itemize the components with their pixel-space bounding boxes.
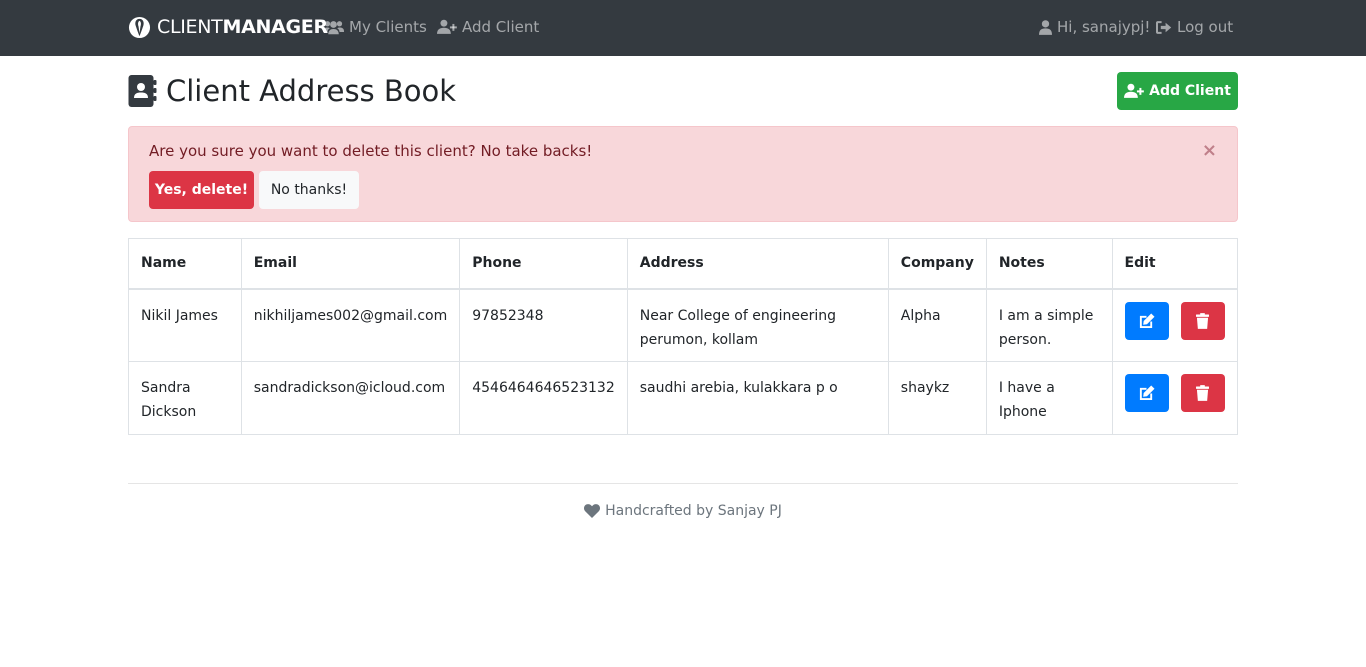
alert-message: Are you sure you want to delete this cli…	[149, 142, 593, 160]
alert-close-button[interactable]: ×	[1202, 141, 1217, 161]
confirm-delete-button[interactable]: Yes, delete!	[149, 171, 254, 209]
column-header-phone: Phone	[459, 238, 628, 290]
cancel-delete-button[interactable]: No thanks!	[259, 171, 359, 209]
clients-table: Name Email Phone Address Company Notes E…	[128, 238, 1239, 435]
delete-confirm-alert: Are you sure you want to delete this cli…	[128, 126, 1238, 222]
edit-icon	[1139, 312, 1155, 328]
add-client-button[interactable]: Add Client	[1117, 72, 1238, 110]
cell-company: shaykz	[887, 361, 987, 435]
nav-logout-label: Log out	[1177, 18, 1234, 36]
cell-email: sandradickson@icloud.com	[240, 361, 461, 435]
footer-text: Handcrafted by Sanjay PJ	[605, 503, 782, 519]
sign-out-icon	[1156, 20, 1172, 34]
trash-icon	[1196, 385, 1210, 401]
delete-client-button[interactable]	[1180, 374, 1225, 412]
cell-name: Sandra Dickson	[128, 361, 242, 435]
cell-company: Alpha	[887, 288, 987, 362]
user-icon	[1039, 19, 1052, 35]
nav-my-clients-label: My Clients	[349, 18, 427, 36]
delete-client-button[interactable]	[1180, 301, 1225, 340]
cell-address: Near College of engineering perumon, kol…	[626, 288, 889, 362]
cell-notes: I have a Iphone	[985, 361, 1113, 435]
edit-client-button[interactable]	[1124, 374, 1169, 412]
edit-icon	[1139, 385, 1155, 401]
brand[interactable]: CLIENTMANAGER	[128, 14, 328, 40]
brand-name: CLIENTMANAGER	[157, 16, 328, 38]
heart-icon	[584, 504, 601, 518]
page-title: Client Address Book	[128, 72, 456, 110]
column-header-notes: Notes	[985, 238, 1113, 290]
table-row: Nikil James nikhiljames002@gmail.com 978…	[128, 288, 1239, 362]
column-header-address: Address	[626, 238, 889, 290]
cell-notes: I am a simple person.	[985, 288, 1113, 362]
footer: Handcrafted by Sanjay PJ	[0, 500, 1366, 522]
cell-actions	[1111, 288, 1239, 362]
nav-greeting-label: Hi, sanajypj!	[1057, 18, 1151, 36]
column-header-email: Email	[240, 238, 461, 290]
navbar: CLIENTMANAGER My Clients Add Client Hi, …	[0, 0, 1366, 56]
brand-logo-icon	[128, 16, 151, 38]
nav-add-client[interactable]: Add Client	[437, 16, 539, 38]
users-icon	[323, 20, 344, 34]
trash-icon	[1196, 312, 1210, 329]
cell-phone: 4546464646523132	[459, 361, 628, 435]
page-title-text: Client Address Book	[166, 74, 457, 108]
user-plus-icon	[1124, 83, 1144, 98]
column-header-edit: Edit	[1111, 238, 1239, 290]
address-book-icon	[128, 75, 157, 107]
user-plus-icon	[437, 19, 457, 34]
add-client-button-label: Add Client	[1149, 83, 1231, 99]
cell-phone: 97852348	[459, 288, 628, 362]
nav-logout[interactable]: Log out	[1156, 16, 1233, 38]
footer-divider	[128, 483, 1238, 484]
nav-user-greeting[interactable]: Hi, sanajypj!	[1039, 16, 1150, 38]
column-header-name: Name	[128, 238, 242, 290]
cell-email: nikhiljames002@gmail.com	[240, 288, 461, 362]
cell-actions	[1111, 361, 1239, 435]
table-row: Sandra Dickson sandradickson@icloud.com …	[128, 361, 1239, 435]
table-header-row: Name Email Phone Address Company Notes E…	[128, 238, 1239, 290]
nav-add-client-label: Add Client	[462, 18, 540, 36]
column-header-company: Company	[887, 238, 987, 290]
cell-address: saudhi arebia, kulakkara p o	[626, 361, 889, 435]
cell-name: Nikil James	[128, 288, 242, 362]
edit-client-button[interactable]	[1124, 301, 1169, 340]
nav-my-clients[interactable]: My Clients	[323, 16, 427, 38]
